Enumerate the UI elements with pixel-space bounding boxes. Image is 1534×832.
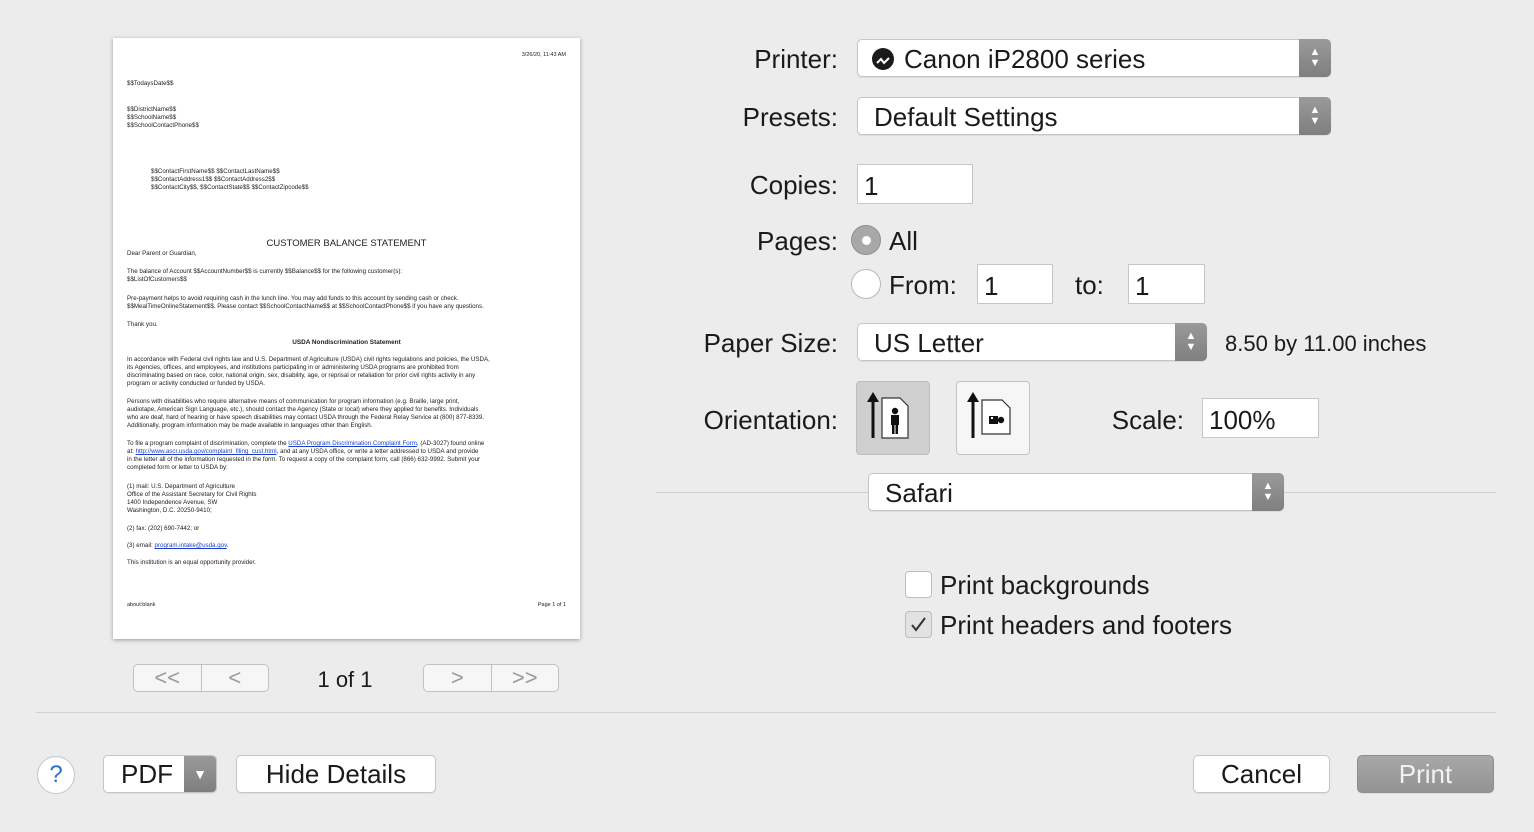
preview-line: 1400 Independence Avenue, SW (127, 499, 218, 506)
printer-value: Canon iP2800 series (904, 44, 1146, 74)
preview-line: Office of the Assistant Secretary for Ci… (127, 491, 257, 498)
paper-dimensions: 8.50 by 11.00 inches (1225, 331, 1427, 356)
page-indicator: 1 of 1 (317, 667, 373, 692)
hide-details-button[interactable]: Hide Details (236, 755, 436, 793)
orientation-portrait-button[interactable] (856, 381, 930, 455)
pages-from-label: From: (889, 270, 957, 300)
preview-line: $$DistrictName$$ (127, 106, 177, 113)
popup-arrows-icon: ▲ ▼ (1299, 39, 1331, 77)
presets-value: Default Settings (874, 102, 1058, 132)
preview-address-line: $$ContactCity$$, $$ContactState$$ $$Cont… (151, 184, 309, 191)
preview-line: $$MealTimeOnlineStatement$$. Please cont… (127, 303, 484, 310)
preview-line: (3) email: program.intake@usda.gov. (127, 542, 229, 549)
preview-line: The balance of Account $$AccountNumber$$… (127, 268, 403, 275)
preview-line: (2) fax: (202) 690-7442; or (127, 525, 200, 532)
preview-thanks: Thank you. (127, 321, 158, 328)
print-headers-footers-checkbox[interactable] (905, 611, 932, 638)
preview-line: In accordance with Federal civil rights … (127, 356, 490, 363)
preview-line: at: http://www.ascr.usda.gov/complaint_f… (127, 448, 479, 455)
last-page-button[interactable]: >> (490, 665, 559, 691)
help-button[interactable]: ? (37, 756, 75, 794)
pages-to-field[interactable]: 1 (1128, 264, 1205, 304)
preview-address-line: $$ContactFirstName$$ $$ContactLastName$$ (151, 168, 280, 175)
chevron-down-icon: ▼ (184, 756, 216, 792)
page-preview: 3/26/20, 11:43 AM $$TodaysDate$$ $$Distr… (113, 38, 580, 639)
preview-line: audiotape, American Sign Language, etc.)… (127, 406, 479, 413)
presets-popup[interactable]: Default Settings ▲ ▼ (857, 97, 1331, 135)
printer-popup[interactable]: Canon iP2800 series ▲ ▼ (857, 39, 1331, 77)
paper-size-popup[interactable]: US Letter ▲ ▼ (857, 323, 1207, 361)
preview-line: To file a program complaint of discrimin… (127, 440, 485, 447)
pages-all-radio[interactable] (851, 225, 881, 255)
previous-page-button[interactable]: < (200, 665, 269, 691)
popup-arrows-icon: ▲ ▼ (1299, 97, 1331, 135)
preview-address-line: $$ContactAddress1$$ $$ContactAddress2$$ (151, 176, 276, 183)
preview-line: Washington, D.C. 20250-9410; (127, 507, 212, 514)
copies-label: Copies: (749, 170, 838, 200)
orientation-label: Orientation: (703, 405, 838, 435)
checkmark-icon (911, 617, 926, 632)
pages-to-label: to: (1075, 270, 1104, 300)
next-page-button[interactable]: > (424, 665, 491, 691)
page-nav-back: << < (133, 664, 269, 692)
presets-label: Presets: (742, 102, 838, 132)
preview-footer-left: about:blank (127, 602, 156, 608)
preview-line: (1) mail: U.S. Department of Agriculture (127, 483, 235, 490)
portrait-icon (867, 392, 909, 439)
preview-line: $$ListOfCustomers$$ (127, 276, 187, 283)
scale-field[interactable]: 100% (1202, 398, 1319, 438)
preview-line: discriminating based on race, color, nat… (127, 372, 476, 379)
popup-arrows-icon: ▲ ▼ (1175, 323, 1207, 361)
preview-subtitle: USDA Nondiscrimination Statement (292, 339, 401, 346)
popup-arrows-icon: ▲ ▼ (1252, 473, 1284, 511)
preview-greeting: Dear Parent or Guardian, (127, 250, 197, 257)
print-button[interactable]: Print (1357, 755, 1494, 793)
pages-from-radio[interactable] (851, 269, 881, 299)
orientation-landscape-button[interactable] (956, 381, 1030, 455)
preview-title: CUSTOMER BALANCE STATEMENT (266, 238, 427, 249)
pages-from-field[interactable]: 1 (977, 264, 1053, 304)
preview-line: Persons with disabilities who require al… (127, 398, 460, 405)
section-popup[interactable]: Safari ▲ ▼ (868, 473, 1284, 511)
scale-label: Scale: (1111, 405, 1184, 435)
pages-all-label: All (889, 226, 918, 256)
preview-line: completed form or letter to USDA by: (127, 464, 228, 471)
printer-label: Printer: (754, 44, 838, 74)
preview-line: This institution is an equal opportunity… (127, 559, 256, 566)
landscape-icon (967, 392, 1011, 438)
preview-line: $$SchoolContactPhone$$ (127, 122, 199, 129)
print-headers-footers-label: Print headers and footers (940, 610, 1232, 640)
pdf-label: PDF (121, 758, 173, 789)
preview-line: $$SchoolName$$ (127, 114, 177, 121)
copies-field[interactable]: 1 (857, 164, 973, 204)
paper-size-value: US Letter (874, 328, 984, 358)
print-backgrounds-checkbox[interactable] (905, 571, 932, 598)
preview-line: Pre-payment helps to avoid requiring cas… (127, 295, 459, 302)
print-backgrounds-label: Print backgrounds (940, 570, 1150, 600)
first-page-button[interactable]: << (134, 665, 201, 691)
section-popup-value: Safari (885, 478, 953, 508)
pages-label: Pages: (757, 226, 838, 256)
preview-line: Additionally, program information may be… (127, 422, 373, 429)
preview-line: who are deaf, hard of hearing or have sp… (127, 414, 485, 421)
page-nav-forward: > >> (423, 664, 559, 692)
preview-line: in the letter all of the information req… (127, 456, 481, 463)
printer-status-icon (872, 48, 894, 70)
preview-footer-right: Page 1 of 1 (537, 602, 566, 608)
preview-email-link: program.intake@usda.gov (154, 542, 227, 549)
preview-line: its Agencies, offices, and employees, an… (127, 364, 459, 371)
preview-complaint-form-link: USDA Program Discrimination Complaint Fo… (288, 440, 417, 447)
footer-divider (36, 712, 1496, 713)
preview-url-link: http://www.ascr.usda.gov/complaint_filin… (135, 448, 277, 455)
preview-timestamp: 3/26/20, 11:43 AM (521, 52, 566, 58)
paper-size-label: Paper Size: (703, 328, 838, 358)
preview-line: program or activity conducted or funded … (127, 380, 265, 387)
cancel-button[interactable]: Cancel (1193, 755, 1330, 793)
pdf-menu-button[interactable]: PDF ▼ (103, 755, 217, 793)
preview-line: $$TodaysDate$$ (127, 80, 174, 87)
